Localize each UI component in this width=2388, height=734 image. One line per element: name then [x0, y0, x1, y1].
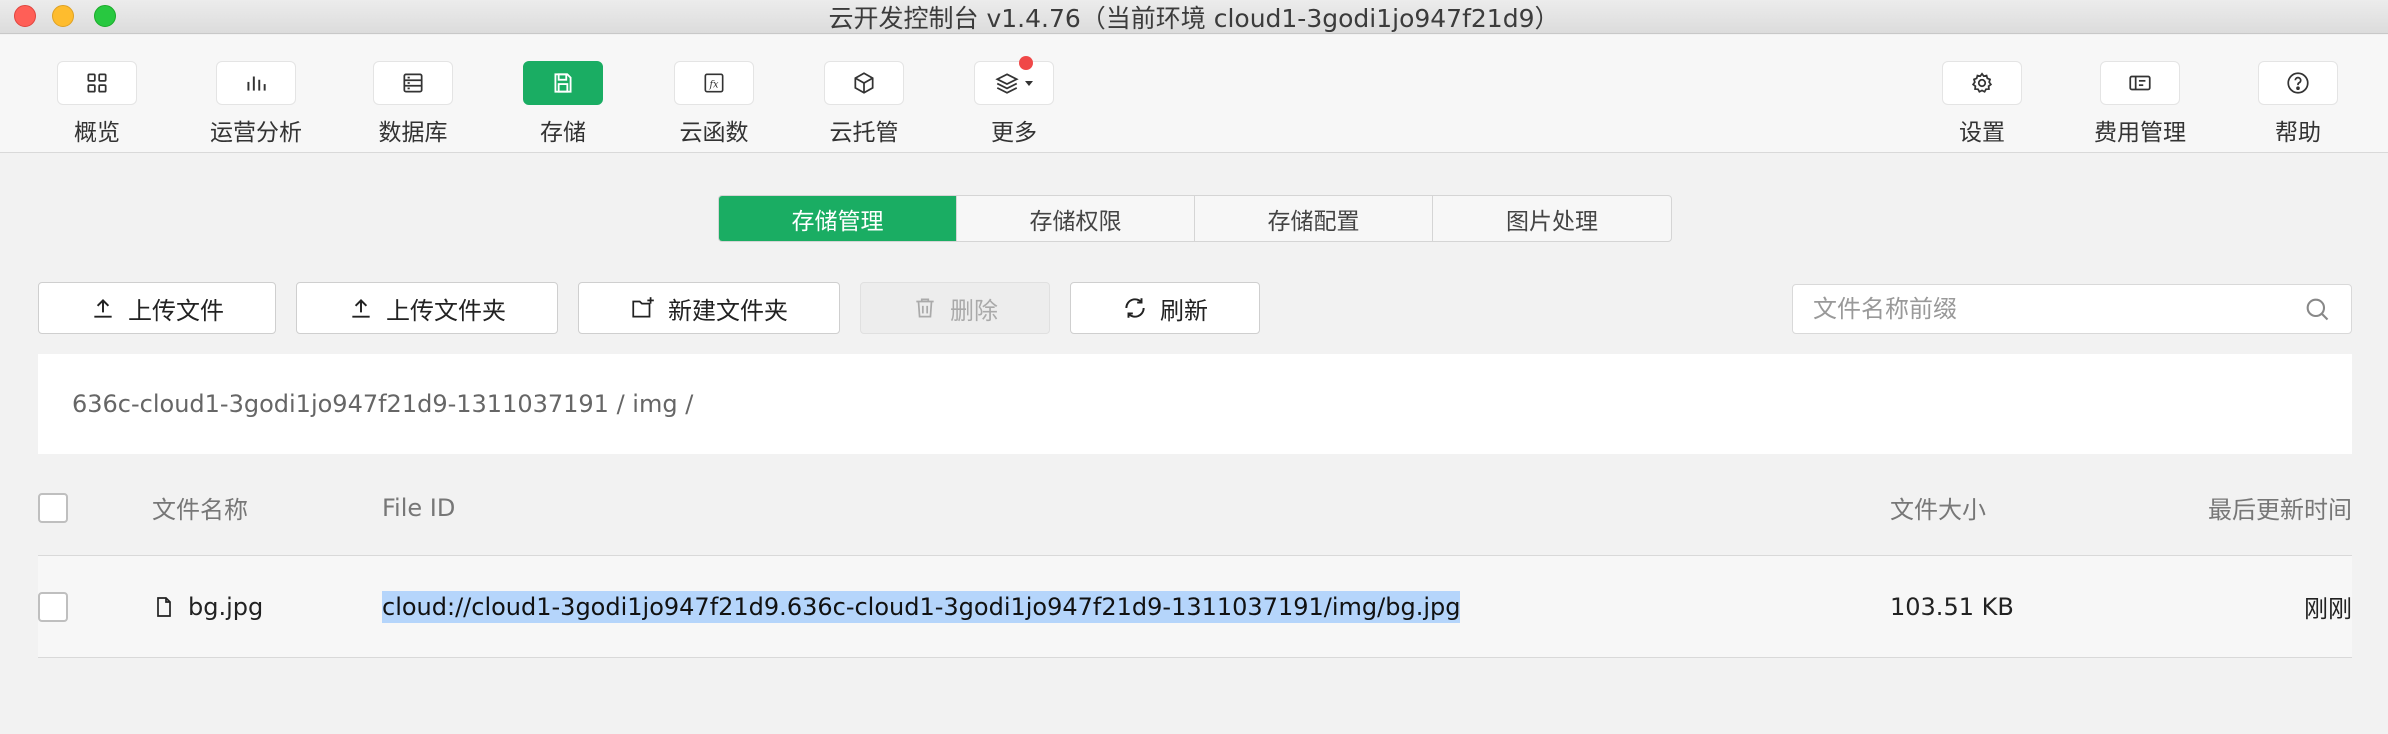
gear-icon: [1971, 72, 1993, 93]
minimize-window-button[interactable]: [52, 5, 74, 27]
toolbar-more-button[interactable]: [974, 56, 1054, 105]
grid-icon: [87, 73, 107, 93]
upload-file-button[interactable]: 上传文件: [38, 282, 276, 334]
caret-down-icon: [1025, 81, 1033, 86]
toolbar-overview-button[interactable]: [57, 61, 137, 105]
delete-button[interactable]: 删除: [860, 282, 1050, 334]
file-id-cell[interactable]: cloud://cloud1-3godi1jo947f21d9.636c-clo…: [382, 590, 1461, 623]
toolbar-label: 设置: [1959, 120, 2005, 146]
delete-label: 删除: [950, 296, 998, 325]
notification-badge: [1019, 56, 1033, 70]
toolbar-storage[interactable]: 存储: [498, 61, 628, 147]
upload-file-label: 上传文件: [128, 296, 224, 325]
search-input[interactable]: [1813, 295, 2303, 323]
refresh-button[interactable]: 刷新: [1070, 282, 1260, 334]
new-folder-icon: [632, 297, 654, 318]
header-updated-time: 最后更新时间: [2208, 496, 2352, 524]
toolbar-help-button[interactable]: [2258, 61, 2338, 105]
toolbar-functions[interactable]: fx 云函数: [649, 61, 779, 147]
toolbar-database-button[interactable]: [373, 61, 453, 105]
toolbar-analytics[interactable]: 运营分析: [191, 61, 321, 147]
select-all-checkbox[interactable]: [38, 492, 68, 523]
bar-chart-icon: [247, 76, 266, 91]
toolbar-label: 概览: [74, 120, 120, 146]
search-box: [1792, 284, 2352, 334]
upload-icon: [94, 299, 112, 318]
tab-storage-management[interactable]: 存储管理: [719, 196, 957, 241]
layers-icon: [995, 73, 1019, 94]
toolbar-functions-button[interactable]: fx: [674, 61, 754, 105]
updated-time-cell: 刚刚: [2304, 595, 2352, 623]
billing-icon: [2129, 75, 2151, 91]
maximize-window-button[interactable]: [94, 5, 116, 27]
upload-folder-label: 上传文件夹: [386, 296, 506, 325]
toolbar-cloud-hosting[interactable]: 云托管: [799, 61, 929, 147]
toolbar-cloud-hosting-button[interactable]: [824, 61, 904, 105]
window-title: 云开发控制台 v1.4.76（当前环境 cloud1-3godi1jo947f2…: [828, 3, 1560, 33]
tab-image-processing[interactable]: 图片处理: [1433, 196, 1671, 241]
toolbar-label: 费用管理: [2094, 120, 2186, 146]
toolbar-label: 存储: [540, 120, 586, 146]
toolbar-settings[interactable]: 设置: [1917, 61, 2047, 147]
close-window-button[interactable]: [14, 5, 36, 27]
toolbar-label: 数据库: [378, 120, 448, 146]
toolbar-overview[interactable]: 概览: [32, 61, 162, 147]
toolbar-analytics-button[interactable]: [216, 61, 296, 105]
upload-folder-button[interactable]: 上传文件夹: [296, 282, 558, 334]
save-icon: [554, 73, 572, 93]
refresh-icon: [1125, 298, 1145, 318]
trash-icon: [916, 298, 934, 318]
new-folder-label: 新建文件夹: [668, 296, 788, 325]
main-toolbar: 概览 运营分析 数据库 存储 fx 云函数 云托管 更多 设置 费用管理 帮助: [0, 35, 2388, 153]
header-file-size: 文件大小: [1890, 496, 1986, 524]
toolbar-label: 云托管: [829, 120, 899, 146]
toolbar-label: 云函数: [679, 120, 749, 146]
refresh-label: 刷新: [1160, 296, 1208, 325]
breadcrumb[interactable]: 636c-cloud1-3godi1jo947f21d9-1311037191 …: [72, 390, 693, 418]
search-icon[interactable]: [2303, 295, 2331, 323]
upload-icon: [352, 299, 370, 318]
breadcrumb-panel: 636c-cloud1-3godi1jo947f21d9-1311037191 …: [38, 354, 2352, 454]
new-folder-button[interactable]: 新建文件夹: [578, 282, 840, 334]
toolbar-storage-button[interactable]: [523, 61, 603, 105]
toolbar-billing[interactable]: 费用管理: [2075, 61, 2205, 147]
tab-storage-config[interactable]: 存储配置: [1195, 196, 1433, 241]
toolbar-help[interactable]: 帮助: [2233, 61, 2363, 147]
file-name-cell[interactable]: bg.jpg: [152, 593, 263, 621]
toolbar-database[interactable]: 数据库: [348, 61, 478, 147]
file-size-cell: 103.51 KB: [1890, 592, 2014, 621]
file-name: bg.jpg: [188, 592, 264, 621]
cube-icon: [854, 72, 874, 94]
toolbar-more[interactable]: 更多: [949, 56, 1079, 147]
help-icon: [2287, 72, 2309, 94]
function-icon: fx: [704, 73, 724, 93]
file-icon: [157, 596, 171, 617]
title-bar: 云开发控制台 v1.4.76（当前环境 cloud1-3godi1jo947f2…: [0, 0, 2388, 34]
tab-storage-permissions[interactable]: 存储权限: [957, 196, 1195, 241]
toolbar-label: 运营分析: [210, 120, 302, 146]
table-header: 文件名称 File ID 文件大小 最后更新时间: [38, 460, 2352, 556]
file-table: 文件名称 File ID 文件大小 最后更新时间 bg.jpg cloud://…: [38, 460, 2352, 658]
toolbar-label: 更多: [991, 120, 1037, 146]
header-file-name: 文件名称: [152, 496, 248, 524]
storage-tabs: 存储管理 存储权限 存储配置 图片处理: [718, 195, 1672, 242]
table-row[interactable]: bg.jpg cloud://cloud1-3godi1jo947f21d9.6…: [38, 556, 2352, 658]
svg-text:fx: fx: [708, 79, 719, 90]
header-file-id: File ID: [382, 493, 456, 522]
toolbar-settings-button[interactable]: [1942, 61, 2022, 105]
database-icon: [403, 73, 423, 93]
toolbar-label: 帮助: [2275, 120, 2321, 146]
toolbar-billing-button[interactable]: [2100, 61, 2180, 105]
row-checkbox[interactable]: [38, 591, 68, 622]
